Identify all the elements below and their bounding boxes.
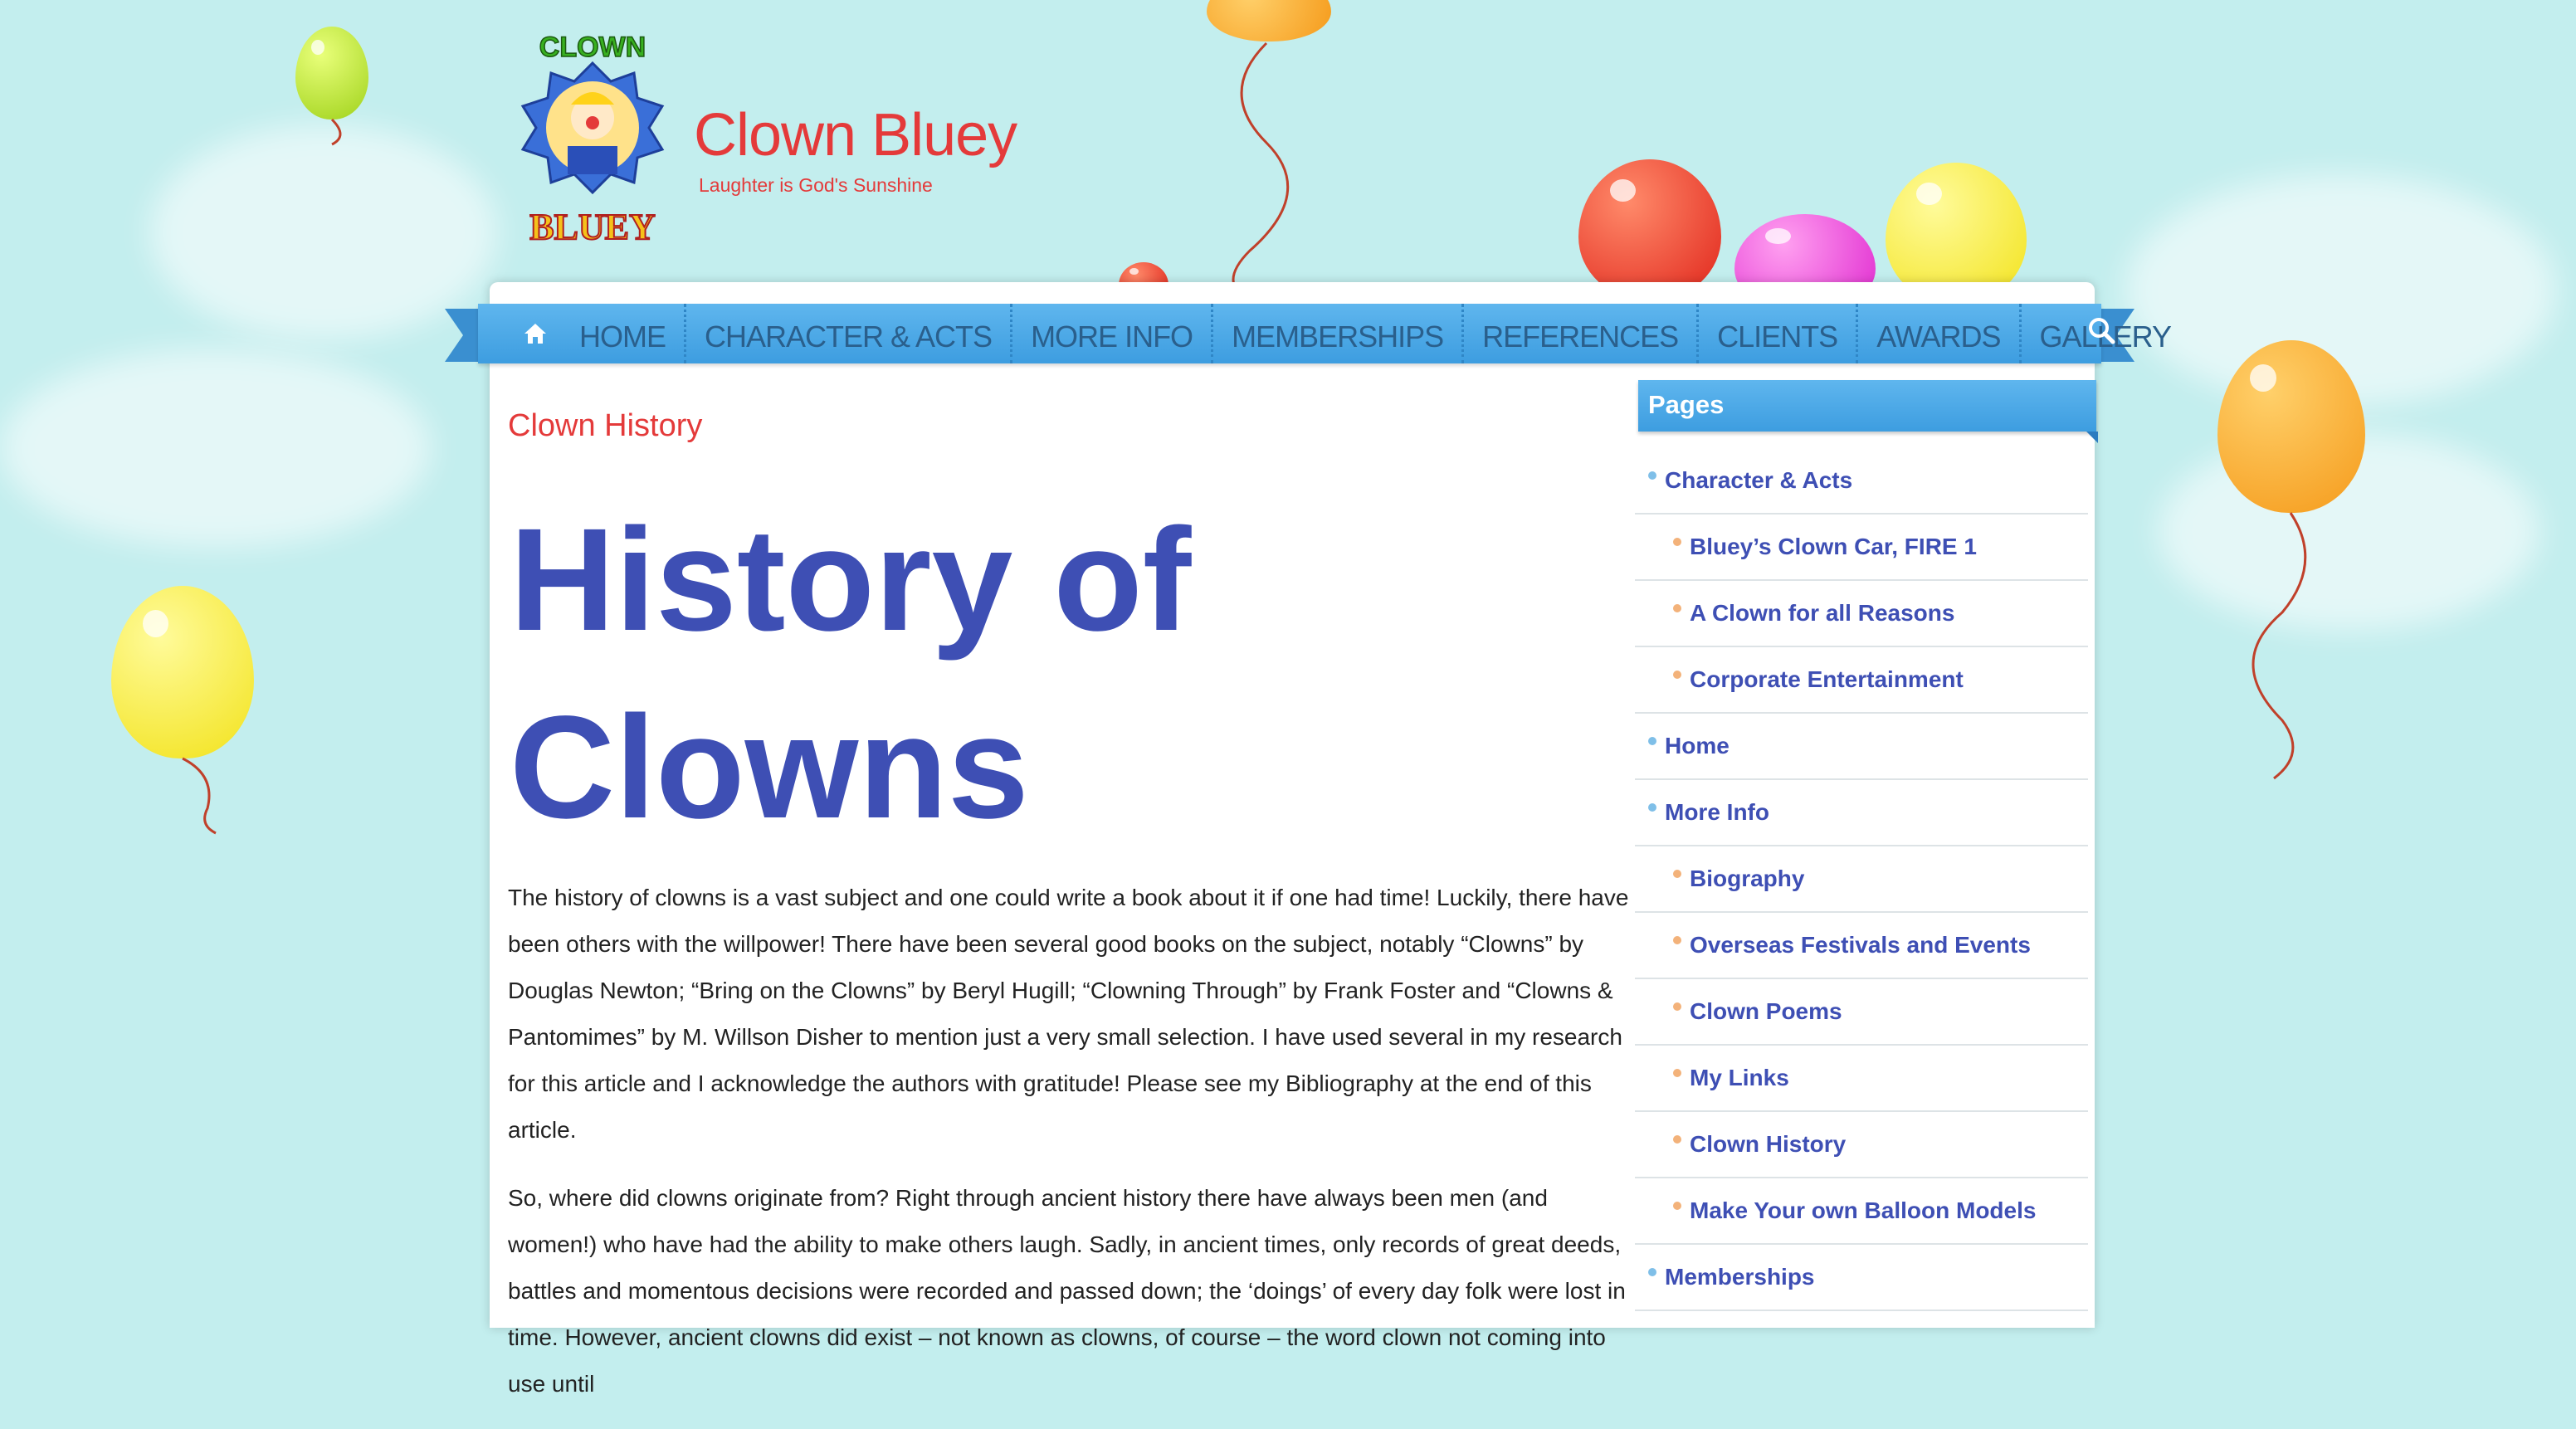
site-title[interactable]: Clown Bluey [694, 101, 1017, 169]
sidebar-link[interactable]: Make Your own Balloon Models [1690, 1197, 2036, 1224]
bullet-icon [1673, 870, 1681, 878]
nav-item-memberships[interactable]: MEMBERSHIPS [1213, 304, 1465, 363]
sidebar-link[interactable]: Corporate Entertainment [1690, 666, 1964, 693]
sidebar-link[interactable]: Clown Poems [1690, 998, 1842, 1025]
sidebar-item-home[interactable]: Home [1635, 714, 2088, 780]
bullet-icon [1673, 1002, 1681, 1011]
sidebar-item-corporate-entertainment[interactable]: Corporate Entertainment [1635, 647, 2088, 714]
sidebar-item-clown-for-all-reasons[interactable]: A Clown for all Reasons [1635, 581, 2088, 647]
headline-line-1: History of [510, 499, 1192, 661]
logo-text-bottom: BLUEY [529, 207, 656, 247]
bullet-icon [1673, 1069, 1681, 1077]
sidebar-link[interactable]: Biography [1690, 866, 1804, 892]
sidebar-item-balloon-models[interactable]: Make Your own Balloon Models [1635, 1178, 2088, 1245]
nav-item-awards[interactable]: AWARDS [1858, 304, 2022, 363]
bullet-icon [1673, 671, 1681, 679]
sidebar-item-memberships[interactable]: Memberships [1635, 1245, 2088, 1311]
site-logo[interactable]: CLOWN BLUEY [495, 30, 690, 254]
sidebar-link[interactable]: Character & Acts [1665, 467, 1852, 494]
ribbon-left-end [445, 309, 480, 362]
article-headline: History of Clowns [510, 486, 1588, 861]
sidebar-link[interactable]: Bluey’s Clown Car, FIRE 1 [1690, 534, 1977, 560]
bullet-icon [1673, 1202, 1681, 1210]
bullet-icon [1648, 1268, 1656, 1276]
article-paragraph: The history of clowns is a vast subject … [508, 885, 1629, 1143]
sidebar-item-clown-history[interactable]: Clown History [1635, 1112, 2088, 1178]
sidebar-link[interactable]: More Info [1665, 799, 1769, 826]
sidebar-link[interactable]: Memberships [1665, 1264, 1815, 1290]
sidebar-item-character-acts[interactable]: Character & Acts [1635, 448, 2088, 515]
bullet-icon [1673, 1135, 1681, 1144]
nav-bar: HOME CHARACTER & ACTS MORE INFO MEMBERSH… [478, 304, 2172, 363]
bullet-icon [1648, 803, 1656, 812]
nav-item-references[interactable]: REFERENCES [1464, 304, 1700, 363]
sidebar-link[interactable]: A Clown for all Reasons [1690, 600, 1954, 627]
main-navigation: HOME CHARACTER & ACTS MORE INFO MEMBERSH… [445, 304, 2172, 367]
page-title: Clown History [508, 408, 703, 443]
nav-items: HOME CHARACTER & ACTS MORE INFO MEMBERSH… [523, 304, 2189, 363]
search-icon[interactable] [2085, 314, 2118, 347]
headline-line-2: Clowns [510, 686, 1029, 849]
pages-list: Character & Acts Bluey’s Clown Car, FIRE… [1635, 448, 2088, 1311]
sidebar-item-clown-car[interactable]: Bluey’s Clown Car, FIRE 1 [1635, 515, 2088, 581]
pages-widget-header: Pages [1638, 380, 2098, 443]
sidebar-link[interactable]: My Links [1690, 1065, 1789, 1091]
logo-text-top: CLOWN [539, 32, 646, 63]
bullet-icon [1648, 737, 1656, 745]
bullet-icon [1673, 538, 1681, 546]
article-body: The history of clowns is a vast subject … [508, 875, 1637, 1429]
sidebar-link[interactable]: Clown History [1690, 1131, 1846, 1158]
sidebar-item-overseas-festivals[interactable]: Overseas Festivals and Events [1635, 913, 2088, 979]
bullet-icon [1648, 471, 1656, 480]
site-tagline: Laughter is God's Sunshine [699, 174, 933, 196]
sidebar-link[interactable]: Overseas Festivals and Events [1690, 932, 2031, 958]
nav-item-home[interactable]: HOME [561, 304, 686, 363]
sidebar-item-biography[interactable]: Biography [1635, 846, 2088, 913]
nav-item-clients[interactable]: CLIENTS [1699, 304, 1859, 363]
home-icon[interactable] [523, 319, 551, 348]
sidebar-item-my-links[interactable]: My Links [1635, 1046, 2088, 1112]
pages-widget-title: Pages [1648, 390, 1725, 419]
bullet-icon [1673, 936, 1681, 944]
sidebar-item-more-info[interactable]: More Info [1635, 780, 2088, 846]
sidebar-link[interactable]: Home [1665, 733, 1730, 759]
sidebar-item-clown-poems[interactable]: Clown Poems [1635, 979, 2088, 1046]
nav-item-character-acts[interactable]: CHARACTER & ACTS [686, 304, 1013, 363]
article-paragraph: So, where did clowns originate from? Rig… [508, 1185, 1626, 1397]
bullet-icon [1673, 604, 1681, 612]
widget-fold-decoration [2086, 432, 2098, 443]
nav-item-more-info[interactable]: MORE INFO [1012, 304, 1214, 363]
